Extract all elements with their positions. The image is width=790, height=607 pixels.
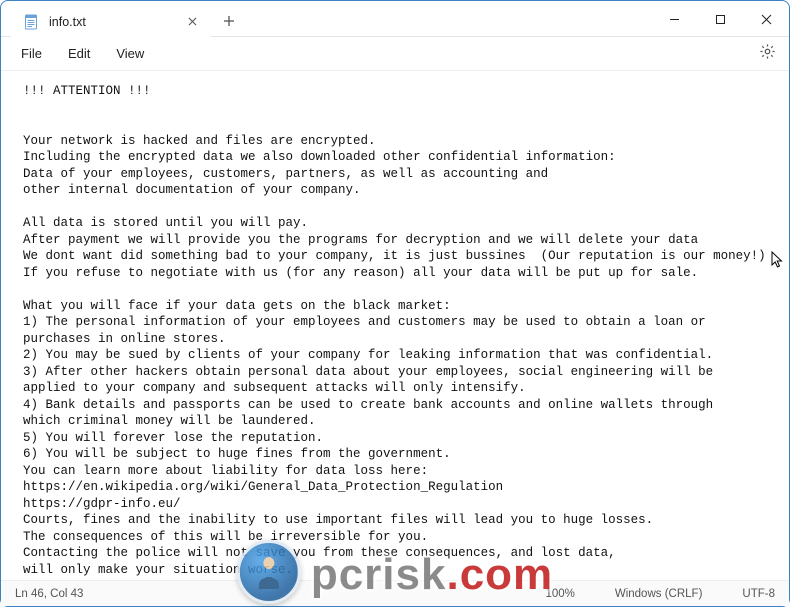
- status-position: Ln 46, Col 43: [15, 588, 83, 600]
- gear-icon: [759, 43, 776, 65]
- tab-title: info.txt: [49, 15, 175, 29]
- text-file-icon: [23, 14, 39, 30]
- titlebar: info.txt: [1, 1, 789, 37]
- editor-viewport: !!! ATTENTION !!! Your network is hacked…: [1, 71, 789, 580]
- notepad-window: info.txt File Edit View: [0, 0, 790, 607]
- status-zoom[interactable]: 100%: [545, 588, 574, 600]
- menubar: File Edit View: [1, 37, 789, 71]
- menu-edit[interactable]: Edit: [56, 42, 102, 65]
- editor-text-area[interactable]: !!! ATTENTION !!! Your network is hacked…: [1, 71, 789, 580]
- close-button[interactable]: [743, 1, 789, 37]
- tab-strip: info.txt: [1, 1, 651, 36]
- menu-file[interactable]: File: [9, 42, 54, 65]
- menu-view[interactable]: View: [104, 42, 156, 65]
- settings-button[interactable]: [753, 40, 781, 68]
- statusbar: Ln 46, Col 43 100% Windows (CRLF) UTF-8: [1, 580, 789, 606]
- new-tab-button[interactable]: [215, 7, 243, 35]
- minimize-button[interactable]: [651, 1, 697, 37]
- tab-close-button[interactable]: [185, 15, 199, 29]
- maximize-button[interactable]: [697, 1, 743, 37]
- status-encoding[interactable]: UTF-8: [742, 588, 775, 600]
- file-tab[interactable]: info.txt: [11, 7, 211, 37]
- window-controls: [651, 1, 789, 36]
- status-line-ending[interactable]: Windows (CRLF): [615, 588, 703, 600]
